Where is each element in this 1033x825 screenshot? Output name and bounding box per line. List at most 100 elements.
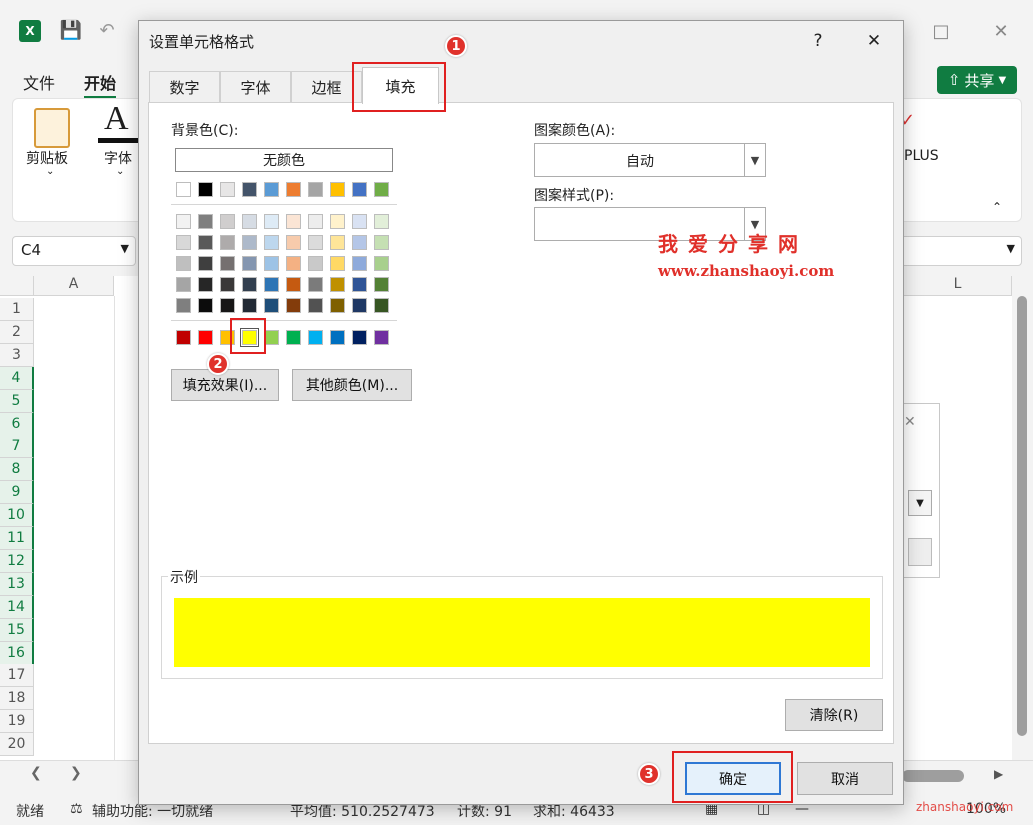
color-swatch[interactable] xyxy=(330,214,345,229)
row-header[interactable]: 5 xyxy=(0,389,34,413)
horizontal-scrollbar-thumb[interactable] xyxy=(902,770,964,782)
color-swatch[interactable] xyxy=(198,277,213,292)
color-swatch[interactable] xyxy=(286,298,301,313)
color-swatch[interactable] xyxy=(286,277,301,292)
restore-icon[interactable]: □ xyxy=(926,18,956,44)
vertical-scrollbar[interactable] xyxy=(1012,276,1033,760)
row-header[interactable]: 1 xyxy=(0,298,34,321)
close-window-icon[interactable]: ✕ xyxy=(986,18,1016,44)
accessibility-icon[interactable]: ⚖ xyxy=(70,801,83,817)
color-swatch[interactable] xyxy=(374,298,389,313)
color-swatch[interactable] xyxy=(264,214,279,229)
color-swatch[interactable] xyxy=(176,256,191,271)
color-swatch[interactable] xyxy=(352,330,367,345)
clear-button[interactable]: 清除(R) xyxy=(785,699,883,731)
color-swatch[interactable] xyxy=(286,214,301,229)
color-swatch[interactable] xyxy=(220,298,235,313)
row-header[interactable]: 12 xyxy=(0,549,34,573)
chevron-down-icon[interactable]: ⌄ xyxy=(46,166,54,177)
color-swatch[interactable] xyxy=(198,330,213,345)
color-swatch[interactable] xyxy=(374,256,389,271)
clipboard-group-label[interactable]: 剪贴板 xyxy=(26,148,68,168)
color-swatch[interactable] xyxy=(330,182,345,197)
color-swatch[interactable] xyxy=(242,277,257,292)
row-header[interactable]: 13 xyxy=(0,572,34,596)
color-swatch[interactable] xyxy=(198,298,213,313)
color-swatch[interactable] xyxy=(176,182,191,197)
close-icon[interactable]: ✕ xyxy=(857,27,891,55)
row-header[interactable]: 15 xyxy=(0,618,34,642)
color-swatch[interactable] xyxy=(264,235,279,250)
color-swatch[interactable] xyxy=(198,214,213,229)
chevron-down-icon[interactable]: ⌄ xyxy=(116,166,124,177)
select-all-corner[interactable] xyxy=(0,276,34,296)
formula-bar[interactable]: ▼ xyxy=(900,236,1022,266)
scrollbar-thumb[interactable] xyxy=(1017,296,1027,736)
more-colors-button[interactable]: 其他颜色(M)... xyxy=(292,369,412,401)
color-swatch[interactable] xyxy=(176,235,191,250)
row-header[interactable]: 6 xyxy=(0,412,34,436)
color-swatch[interactable] xyxy=(286,182,301,197)
scroll-left-icon[interactable]: ❮ xyxy=(30,765,42,781)
color-swatch[interactable] xyxy=(242,235,257,250)
row-header[interactable]: 20 xyxy=(0,733,34,757)
color-swatch[interactable] xyxy=(286,256,301,271)
row-header[interactable]: 17 xyxy=(0,664,34,688)
color-swatch[interactable] xyxy=(242,214,257,229)
color-swatch[interactable] xyxy=(374,277,389,292)
row-header[interactable]: 16 xyxy=(0,641,34,665)
color-swatch[interactable] xyxy=(176,330,191,345)
font-icon[interactable]: A xyxy=(104,100,129,138)
color-swatch[interactable] xyxy=(374,214,389,229)
color-swatch[interactable] xyxy=(176,277,191,292)
row-header[interactable]: 4 xyxy=(0,366,34,390)
color-swatch[interactable] xyxy=(330,235,345,250)
color-swatch[interactable] xyxy=(374,235,389,250)
color-swatch[interactable] xyxy=(242,256,257,271)
row-header[interactable]: 18 xyxy=(0,687,34,711)
save-icon[interactable]: 💾 xyxy=(59,18,83,42)
color-swatch[interactable] xyxy=(286,330,301,345)
color-swatch[interactable] xyxy=(220,214,235,229)
color-swatch[interactable] xyxy=(308,330,323,345)
color-swatch[interactable] xyxy=(352,235,367,250)
color-swatch[interactable] xyxy=(308,235,323,250)
row-header[interactable]: 8 xyxy=(0,458,34,482)
color-swatch[interactable] xyxy=(330,330,345,345)
column-header-l[interactable]: L xyxy=(904,276,1012,296)
color-swatch[interactable] xyxy=(352,256,367,271)
tab-fill[interactable]: 填充 xyxy=(362,67,439,104)
color-swatch[interactable] xyxy=(220,182,235,197)
scroll-right-icon[interactable]: ❯ xyxy=(70,765,82,781)
share-button[interactable]: ⇧ 共享 ▼ xyxy=(937,66,1017,94)
row-header[interactable]: 9 xyxy=(0,481,34,505)
color-swatch[interactable] xyxy=(220,277,235,292)
row-header[interactable]: 11 xyxy=(0,527,34,550)
row-header[interactable]: 2 xyxy=(0,320,34,344)
row-header[interactable]: 14 xyxy=(0,595,34,619)
color-swatch[interactable] xyxy=(308,214,323,229)
color-swatch[interactable] xyxy=(264,256,279,271)
color-swatch[interactable] xyxy=(330,256,345,271)
color-swatch[interactable] xyxy=(176,298,191,313)
color-swatch[interactable] xyxy=(242,298,257,313)
color-swatch[interactable] xyxy=(198,182,213,197)
color-swatch[interactable] xyxy=(286,235,301,250)
row-header[interactable]: 3 xyxy=(0,343,34,367)
color-swatch[interactable] xyxy=(220,256,235,271)
clipboard-icon[interactable] xyxy=(34,108,70,148)
color-swatch[interactable] xyxy=(352,298,367,313)
collapse-ribbon-icon[interactable]: ⌃ xyxy=(992,200,1002,214)
undo-icon[interactable]: ↶ xyxy=(95,18,119,42)
tab-home[interactable]: 开始 xyxy=(84,70,117,99)
color-swatch[interactable] xyxy=(330,277,345,292)
color-swatch[interactable] xyxy=(264,182,279,197)
font-group-label[interactable]: 字体 xyxy=(104,148,132,168)
color-swatch[interactable] xyxy=(308,182,323,197)
color-swatch[interactable] xyxy=(176,214,191,229)
tab-file[interactable]: 文件 xyxy=(23,70,55,94)
color-swatch[interactable] xyxy=(308,298,323,313)
color-swatch[interactable] xyxy=(374,330,389,345)
pattern-color-select[interactable]: 自动 ▼ xyxy=(534,143,766,177)
color-swatch[interactable] xyxy=(374,182,389,197)
